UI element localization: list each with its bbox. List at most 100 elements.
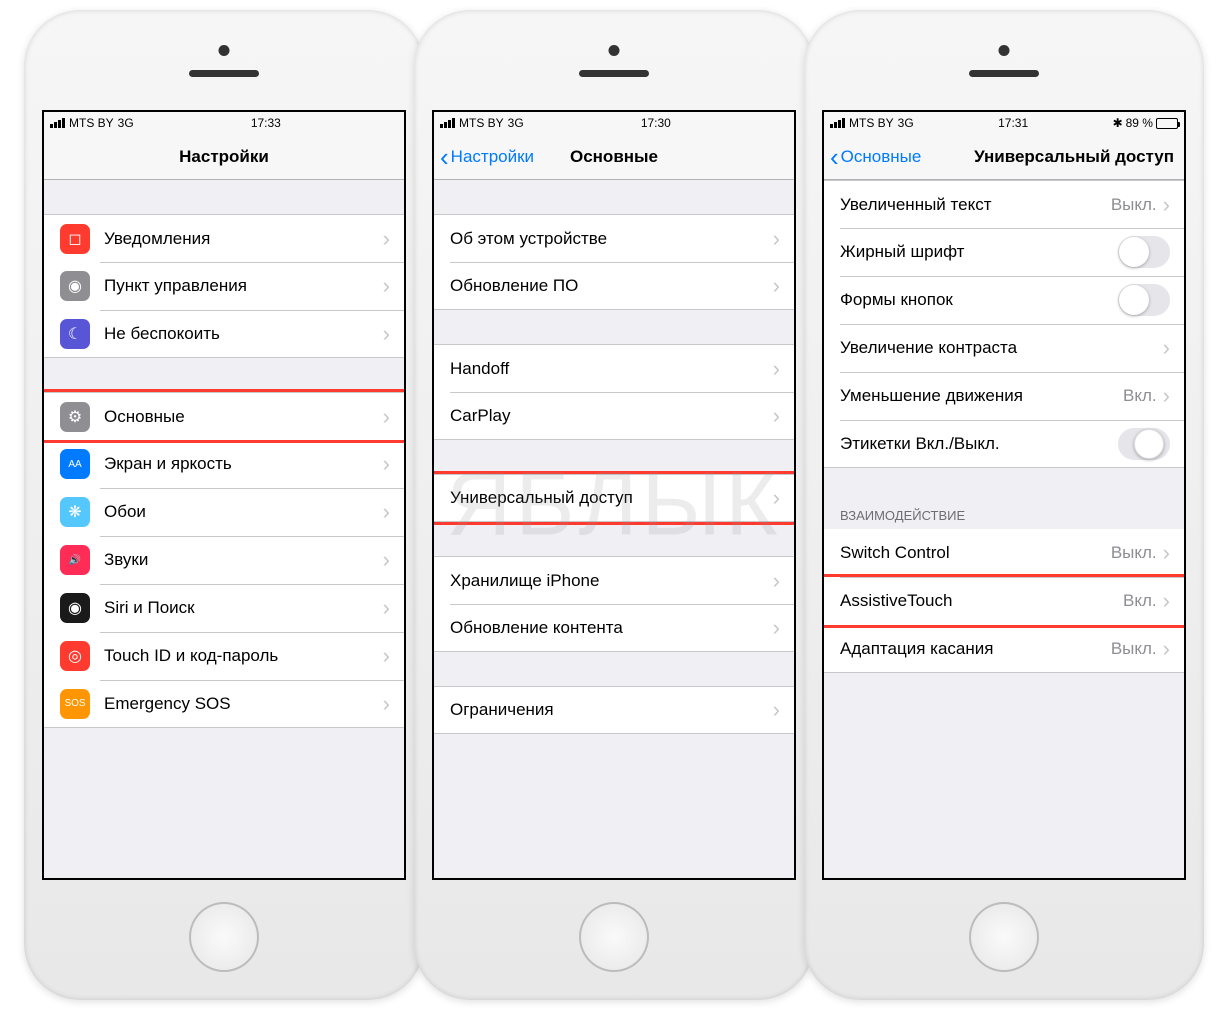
- row-label: Не беспокоить: [104, 324, 383, 344]
- settings-group: ◻Уведомления›◉Пункт управления› ☾ Не беспо…: [44, 214, 404, 358]
- phone-0: MTS BY 3G17:33Настройки◻Уведомления›◉Пун…: [24, 10, 424, 1000]
- chevron-right-icon: ›: [383, 404, 390, 430]
- settings-row[interactable]: 🔊Звуки›: [44, 536, 404, 584]
- signal-icon: [50, 118, 65, 128]
- back-label: Настройки: [451, 147, 534, 167]
- chevron-right-icon: ›: [1163, 335, 1170, 361]
- settings-group: Увеличенный текстВыкл.›Жирный шрифтФормы…: [824, 180, 1184, 468]
- chevron-right-icon: ›: [383, 451, 390, 477]
- row-label: Обои: [104, 502, 383, 522]
- row-value: Выкл.: [1111, 543, 1157, 563]
- signal-icon: [440, 118, 455, 128]
- chevron-right-icon: ›: [383, 691, 390, 717]
- content: Об этом устройстве›Обновление ПО›Handoff…: [434, 180, 794, 878]
- chevron-right-icon: ›: [1163, 588, 1170, 614]
- settings-row[interactable]: Switch ControlВыкл.›: [824, 529, 1184, 577]
- row-value: Вкл.: [1123, 386, 1157, 406]
- settings-group: Хранилище iPhone›Обновление контента›: [434, 556, 794, 652]
- carrier: MTS BY: [849, 116, 894, 130]
- clock: 17:31: [998, 116, 1028, 130]
- settings-row[interactable]: ☾ Не беспокоить›: [44, 310, 404, 358]
- row-value: Выкл.: [1111, 195, 1157, 215]
- settings-row[interactable]: Этикетки Вкл./Выкл.: [824, 420, 1184, 468]
- row-label: AssistiveTouch: [840, 591, 1123, 611]
- settings-row[interactable]: ◉Siri и Поиск›: [44, 584, 404, 632]
- settings-row[interactable]: ⚙Основные›: [44, 392, 404, 440]
- row-label: Формы кнопок: [840, 290, 1118, 310]
- home-button[interactable]: [189, 902, 259, 972]
- back-button[interactable]: ‹Настройки: [434, 144, 534, 170]
- settings-row[interactable]: Формы кнопок: [824, 276, 1184, 324]
- row-icon: AA: [60, 449, 90, 479]
- row-label: Об этом устройстве: [450, 229, 773, 249]
- settings-row[interactable]: ◉Пункт управления›: [44, 262, 404, 310]
- row-icon: ☾: [60, 319, 90, 349]
- row-label: Хранилище iPhone: [450, 571, 773, 591]
- settings-row[interactable]: AssistiveTouchВкл. ›: [824, 577, 1184, 625]
- row-value: Вкл.: [1123, 591, 1157, 611]
- nav-bar: ‹Настройки Основные: [434, 134, 794, 180]
- chevron-left-icon: ‹: [440, 144, 449, 170]
- settings-row[interactable]: Адаптация касанияВыкл.›: [824, 625, 1184, 673]
- settings-row[interactable]: CarPlay›: [434, 392, 794, 440]
- chevron-right-icon: ›: [773, 356, 780, 382]
- chevron-right-icon: ›: [773, 273, 780, 299]
- network: 3G: [508, 116, 524, 130]
- settings-row[interactable]: ◻Уведомления›: [44, 214, 404, 262]
- chevron-right-icon: ›: [383, 595, 390, 621]
- row-label: Уведомления: [104, 229, 383, 249]
- row-label: CarPlay: [450, 406, 773, 426]
- settings-row[interactable]: Увеличение контраста›: [824, 324, 1184, 372]
- nav-bar: ‹ОсновныеУниверсальный доступ: [824, 134, 1184, 180]
- chevron-right-icon: ›: [773, 485, 780, 511]
- row-label: Обновление контента: [450, 618, 773, 638]
- row-label: Обновление ПО: [450, 276, 773, 296]
- content: Увеличенный текстВыкл.›Жирный шрифтФормы…: [824, 180, 1184, 878]
- nav-bar: Настройки: [44, 134, 404, 180]
- settings-row[interactable]: Handoff›: [434, 344, 794, 392]
- battery-pct: 89 %: [1126, 116, 1153, 130]
- row-label: Этикетки Вкл./Выкл.: [840, 434, 1118, 454]
- settings-row[interactable]: Увеличенный текстВыкл.›: [824, 180, 1184, 228]
- settings-row[interactable]: AAЭкран и яркость›: [44, 440, 404, 488]
- settings-row[interactable]: SOSEmergency SOS›: [44, 680, 404, 728]
- settings-group: Универсальный доступ›: [434, 474, 794, 522]
- back-button[interactable]: ‹Основные: [824, 144, 921, 170]
- settings-row[interactable]: ◎Touch ID и код-пароль›: [44, 632, 404, 680]
- settings-row[interactable]: Ограничения›: [434, 686, 794, 734]
- settings-row[interactable]: Обновление контента›: [434, 604, 794, 652]
- home-button[interactable]: [579, 902, 649, 972]
- chevron-right-icon: ›: [773, 697, 780, 723]
- settings-row[interactable]: ❋Обои›: [44, 488, 404, 536]
- network: 3G: [898, 116, 914, 130]
- clock: 17:30: [641, 116, 671, 130]
- settings-group: ВЗАИМОДЕЙСТВИЕSwitch ControlВыкл.›Assist…: [824, 502, 1184, 673]
- row-label: Увеличение контраста: [840, 338, 1163, 358]
- row-label: Основные: [104, 407, 383, 427]
- chevron-right-icon: ›: [1163, 636, 1170, 662]
- row-label: Увеличенный текст: [840, 195, 1111, 215]
- screen: MTS BY 3G17:33Настройки◻Уведомления›◉Пун…: [42, 110, 406, 880]
- settings-row[interactable]: Обновление ПО›: [434, 262, 794, 310]
- page-title: Основные: [570, 147, 658, 167]
- chevron-right-icon: ›: [383, 499, 390, 525]
- toggle[interactable]: [1118, 428, 1170, 460]
- settings-row[interactable]: Универсальный доступ›: [434, 474, 794, 522]
- toggle[interactable]: [1118, 236, 1170, 268]
- chevron-right-icon: ›: [383, 547, 390, 573]
- settings-row[interactable]: Об этом устройстве›: [434, 214, 794, 262]
- row-icon: ◉: [60, 271, 90, 301]
- home-button[interactable]: [969, 902, 1039, 972]
- carrier: MTS BY: [459, 116, 504, 130]
- chevron-right-icon: ›: [383, 321, 390, 347]
- chevron-right-icon: ›: [383, 226, 390, 252]
- phone-1: MTS BY 3G 17:30 ‹Настройки Основные Об этом …: [414, 10, 814, 1000]
- chevron-left-icon: ‹: [830, 144, 839, 170]
- settings-row[interactable]: Жирный шрифт: [824, 228, 1184, 276]
- content: ◻Уведомления›◉Пункт управления› ☾ Не беспо…: [44, 180, 404, 878]
- row-label: Жирный шрифт: [840, 242, 1118, 262]
- toggle[interactable]: [1118, 284, 1170, 316]
- settings-row[interactable]: Хранилище iPhone›: [434, 556, 794, 604]
- settings-row[interactable]: Уменьшение движенияВкл.›: [824, 372, 1184, 420]
- row-label: Уменьшение движения: [840, 386, 1123, 406]
